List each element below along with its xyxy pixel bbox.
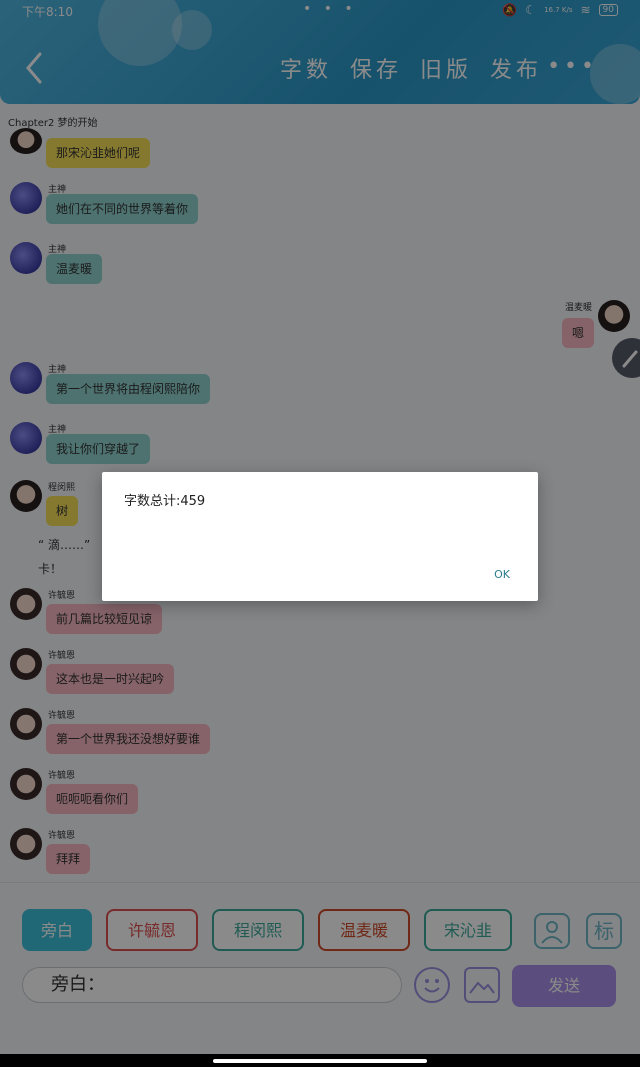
- word-count-dialog: 字数总计:459 OK: [102, 472, 538, 601]
- home-indicator: [0, 1054, 640, 1067]
- ok-button[interactable]: OK: [494, 568, 510, 581]
- dialog-message: 字数总计:459: [124, 494, 206, 509]
